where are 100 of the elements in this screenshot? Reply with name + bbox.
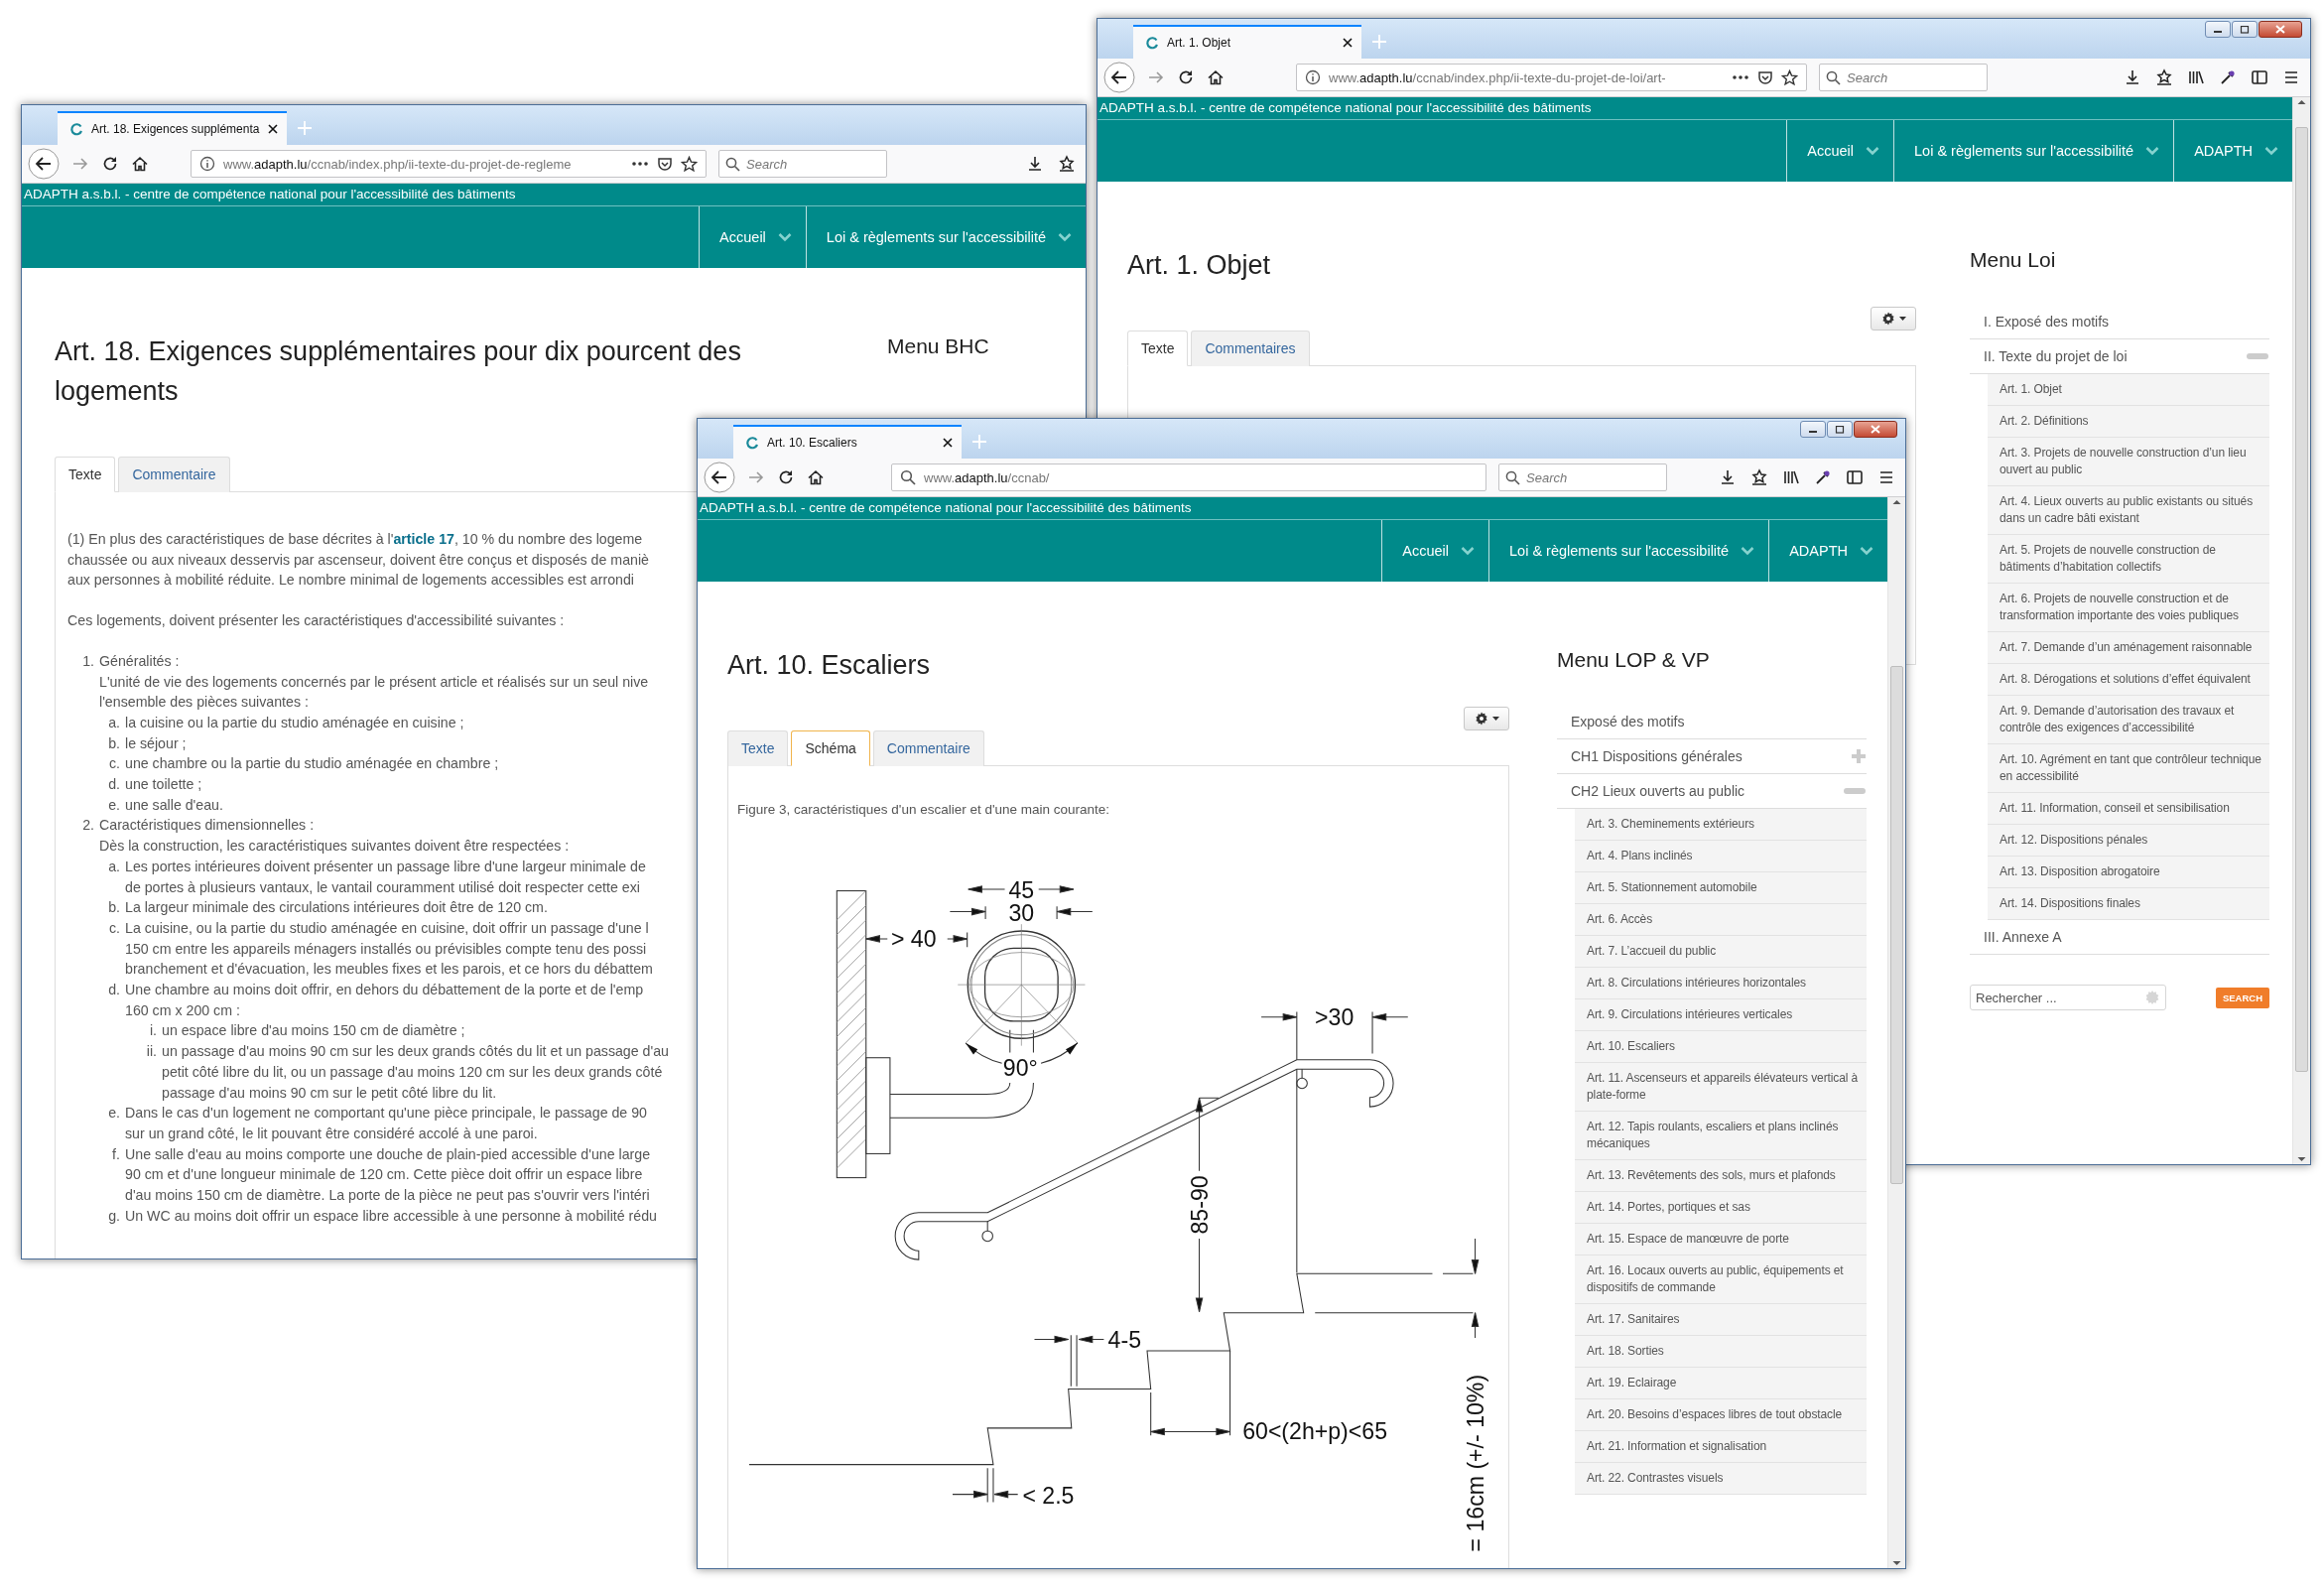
menu-subitem[interactable]: Art. 21. Information et signalisation [1575, 1431, 1867, 1463]
settings-button[interactable] [1464, 707, 1509, 730]
bookmarks-icon[interactable] [2155, 68, 2173, 86]
star-icon[interactable] [1781, 68, 1798, 86]
menu-subitem[interactable]: Art. 1. Objet [1988, 374, 2269, 406]
article-link[interactable]: article 17 [393, 531, 454, 547]
menu-item[interactable]: CH1 Dispositions générales [1557, 739, 1867, 774]
menu-subitem[interactable]: Art. 12. Tapis roulants, escaliers et plans inclinés mécaniques [1575, 1112, 1867, 1160]
nav-item[interactable]: Loi & règlements sur l'accessibilité [1488, 520, 1769, 582]
sidebar-icon[interactable] [1846, 468, 1864, 486]
menu-subitem[interactable]: Art. 13. Revêtements des sols, murs et plafonds [1575, 1160, 1867, 1192]
reload-icon[interactable] [777, 468, 795, 486]
browser-tab[interactable]: Art. 18. Exigences supplémenta [58, 111, 288, 145]
scroll-up-icon[interactable] [1892, 497, 1901, 507]
menu-subitem[interactable]: Art. 9. Circulations intérieures verticales [1575, 999, 1867, 1031]
scroll-down-icon[interactable] [1892, 1558, 1901, 1568]
maximize-button[interactable] [2232, 21, 2258, 38]
nav-item[interactable]: Accueil [1381, 520, 1488, 582]
content-tab[interactable]: Commentaires [1191, 331, 1310, 366]
content-tab[interactable]: Texte [727, 730, 789, 766]
scroll-up-icon[interactable] [2297, 97, 2306, 107]
library-icon[interactable] [1782, 468, 1800, 486]
nav-item[interactable]: Accueil [1786, 120, 1893, 182]
info-icon[interactable] [199, 156, 215, 172]
close-button[interactable] [1854, 421, 1897, 438]
eyedropper-icon[interactable] [2219, 68, 2237, 86]
download-icon[interactable] [1719, 468, 1737, 486]
menu-item[interactable]: Exposé des motifs [1557, 705, 1867, 739]
menu-subitem[interactable]: Art. 6. Accès [1575, 904, 1867, 936]
scrollbar[interactable] [1887, 497, 1905, 1568]
reload-icon[interactable] [1177, 68, 1195, 86]
browser-tab[interactable]: Art. 1. Objet [1133, 25, 1361, 59]
menu-subitem[interactable]: Art. 6. Projets de nouvelle construction et de transformation importante des voies publiques [1988, 584, 2269, 632]
menu-subitem[interactable]: Art. 5. Stationnement automobile [1575, 872, 1867, 904]
menu-item[interactable]: III. Annexe A [1970, 920, 2269, 955]
home-icon[interactable] [131, 155, 149, 173]
menu-subitem[interactable]: Art. 8. Circulations intérieures horizontales [1575, 968, 1867, 999]
menu-subitem[interactable]: Art. 12. Dispositions pénales [1988, 825, 2269, 857]
menu-subitem[interactable]: Art. 19. Eclairage [1575, 1368, 1867, 1399]
settings-button[interactable] [1871, 307, 1916, 331]
scroll-down-icon[interactable] [2297, 1154, 2306, 1164]
menu-subitem[interactable]: Art. 15. Espace de manœuvre de porte [1575, 1224, 1867, 1256]
menu-subitem[interactable]: Art. 2. Définitions [1988, 406, 2269, 438]
menu-subitem[interactable]: Art. 10. Escaliers [1575, 1031, 1867, 1063]
close-icon[interactable] [267, 123, 280, 135]
menu-subitem[interactable]: Art. 22. Contrastes visuels [1575, 1463, 1867, 1495]
reload-icon[interactable] [101, 155, 119, 173]
menu-subitem[interactable]: Art. 17. Sanitaires [1575, 1304, 1867, 1336]
bookmarks-icon[interactable] [1750, 468, 1768, 486]
back-button[interactable] [704, 462, 735, 493]
home-icon[interactable] [1207, 68, 1225, 86]
nav-item[interactable]: Accueil [699, 206, 806, 268]
menu-subitem[interactable]: Art. 16. Locaux ouverts au public, équipements et dispositifs de commande [1575, 1256, 1867, 1304]
content-tab[interactable]: Texte [55, 457, 116, 492]
content-tab[interactable]: Commentaire [872, 730, 984, 766]
content-tab[interactable]: Commentaire [118, 457, 230, 492]
back-button[interactable] [28, 148, 60, 180]
menu-subitem[interactable]: Art. 3. Cheminements extérieurs [1575, 809, 1867, 841]
menu-subitem[interactable]: Art. 4. Plans inclinés [1575, 841, 1867, 872]
menu-icon[interactable] [1877, 468, 1895, 486]
home-icon[interactable] [807, 468, 825, 486]
menu-subitem[interactable]: Art. 8. Dérogations et solutions d’effet équivalent [1988, 664, 2269, 696]
address-bar[interactable]: www.adapth.lu/ccnab/index.php/ii-texte-du-projet-de-regleme [191, 150, 707, 178]
info-icon[interactable] [1305, 69, 1321, 85]
star-icon[interactable] [681, 155, 698, 173]
browser-tab[interactable]: Art. 10. Escaliers [733, 425, 962, 459]
sidebar-icon[interactable] [2251, 68, 2268, 86]
menu-subitem[interactable]: Art. 4. Lieux ouverts au public existants ou situés dans un cadre bâti existant [1988, 486, 2269, 535]
menu-subitem[interactable]: Art. 10. Agrément en tant que contrôleur technique en accessibilité [1988, 744, 2269, 793]
back-button[interactable] [1103, 62, 1135, 93]
close-button[interactable] [2259, 21, 2302, 38]
download-icon[interactable] [2124, 68, 2141, 86]
nav-item[interactable]: Loi & règlements sur l'accessibilité [805, 206, 1086, 268]
menu-subitem[interactable]: Art. 20. Besoins d’espaces libres de tout obstacle [1575, 1399, 1867, 1431]
download-icon[interactable] [1026, 155, 1044, 173]
menu-subitem[interactable]: Art. 11. Ascenseurs et appareils élévateurs vertical à plate-forme [1575, 1063, 1867, 1112]
menu-subitem[interactable]: Art. 13. Disposition abrogatoire [1988, 857, 2269, 888]
menu-subitem[interactable]: Art. 14. Portes, portiques et sas [1575, 1192, 1867, 1224]
menu-item[interactable]: I. Exposé des motifs [1970, 305, 2269, 339]
eyedropper-icon[interactable] [1814, 468, 1832, 486]
search-field[interactable]: Search [1498, 463, 1667, 491]
content-tab[interactable]: Schéma [791, 730, 870, 766]
close-icon[interactable] [1342, 37, 1354, 49]
menu-icon[interactable] [2282, 68, 2300, 86]
scrollbar[interactable] [2292, 97, 2310, 1164]
pocket-icon[interactable] [657, 156, 673, 172]
menu-subitem[interactable]: Art. 5. Projets de nouvelle construction de bâtiments d’habitation collectifs [1988, 535, 2269, 584]
minimize-button[interactable] [2205, 21, 2231, 38]
menu-subitem[interactable]: Art. 18. Sorties [1575, 1336, 1867, 1368]
menu-subitem[interactable]: Art. 9. Demande d’autorisation des travaux et contrôle des exigences d’accessibilité [1988, 696, 2269, 744]
library-icon[interactable] [2187, 68, 2205, 86]
bookmarks-icon[interactable] [1058, 155, 1076, 173]
pocket-icon[interactable] [1757, 69, 1773, 85]
address-bar[interactable]: www.adapth.lu/ccnab/ [891, 463, 1486, 491]
maximize-button[interactable] [1827, 421, 1853, 438]
content-tab[interactable]: Texte [1127, 331, 1189, 366]
minimize-button[interactable] [1800, 421, 1826, 438]
search-field[interactable]: Search [1819, 64, 1988, 91]
search-field[interactable]: Rechercher ... [1970, 985, 2166, 1010]
more-icon[interactable] [631, 161, 649, 167]
